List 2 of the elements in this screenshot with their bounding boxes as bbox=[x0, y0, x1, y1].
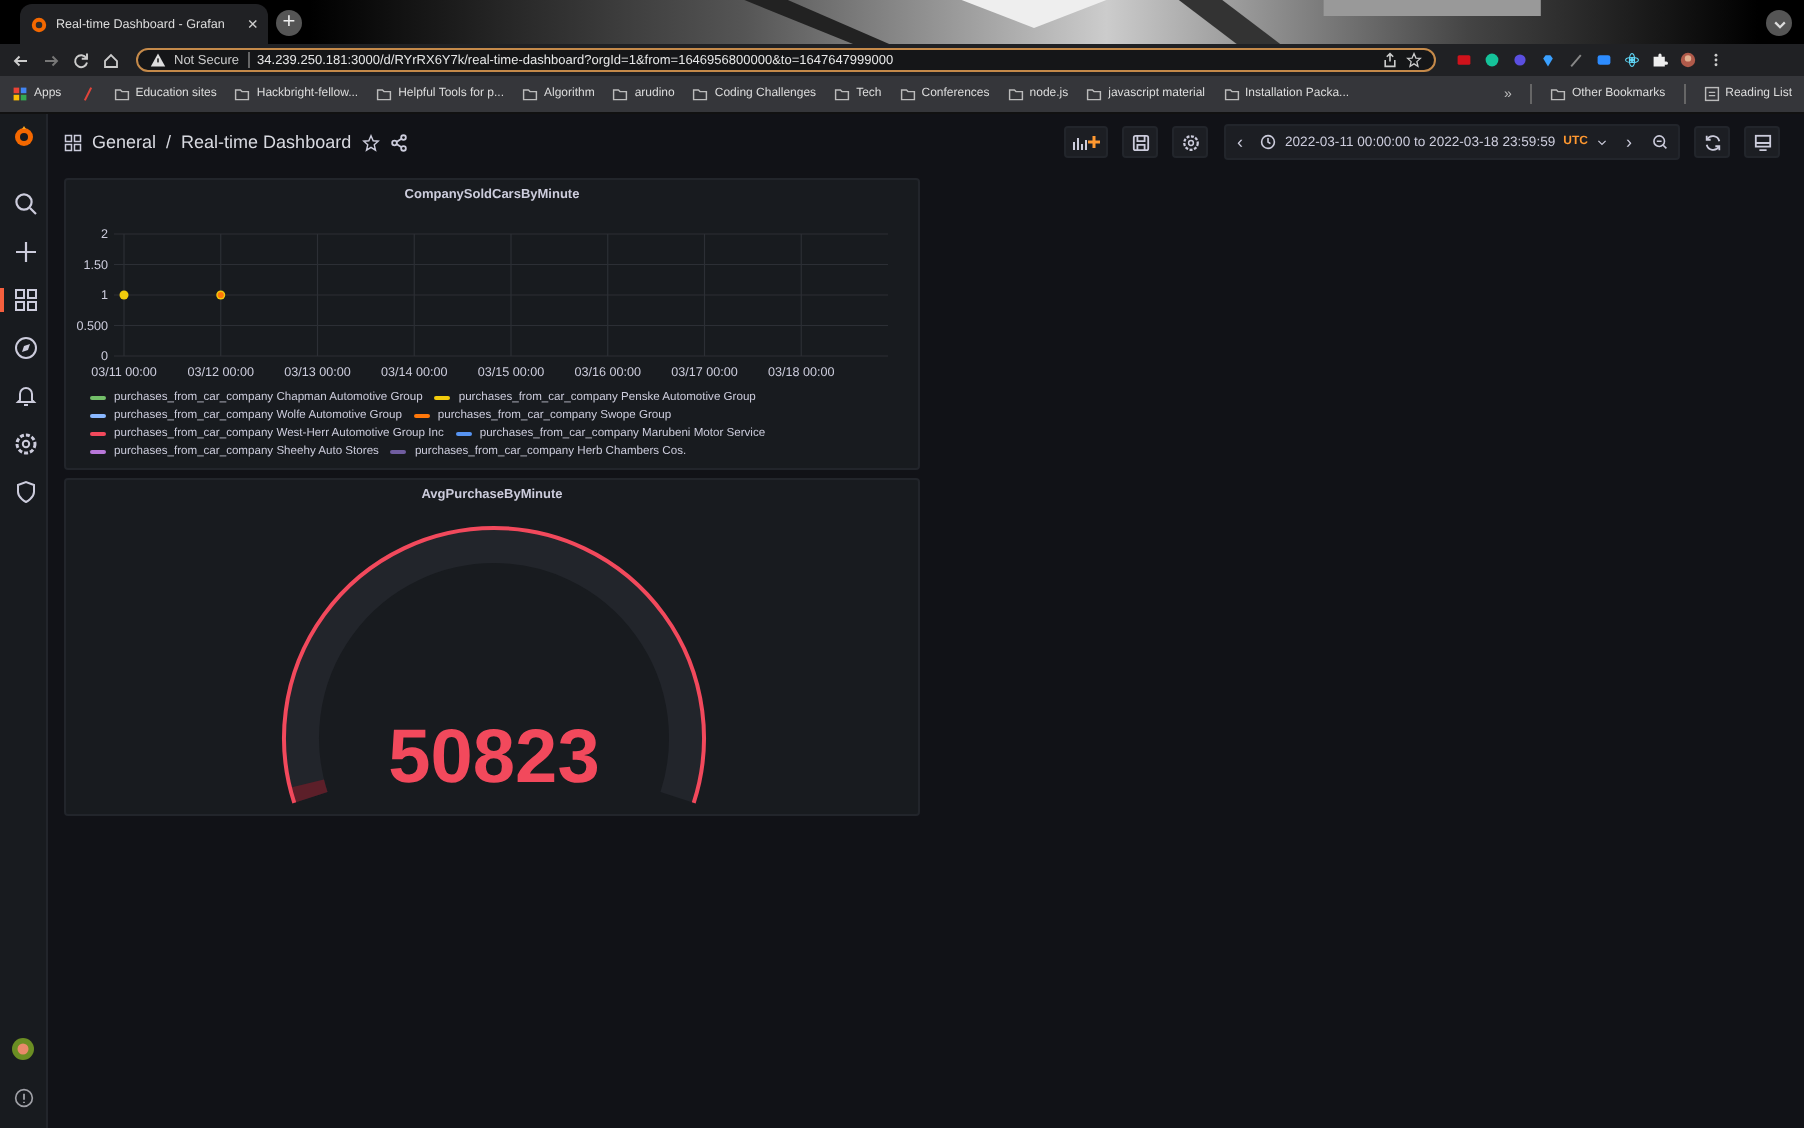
breadcrumb-separator: / bbox=[166, 132, 172, 152]
gauge-value: 50823 bbox=[388, 716, 600, 800]
